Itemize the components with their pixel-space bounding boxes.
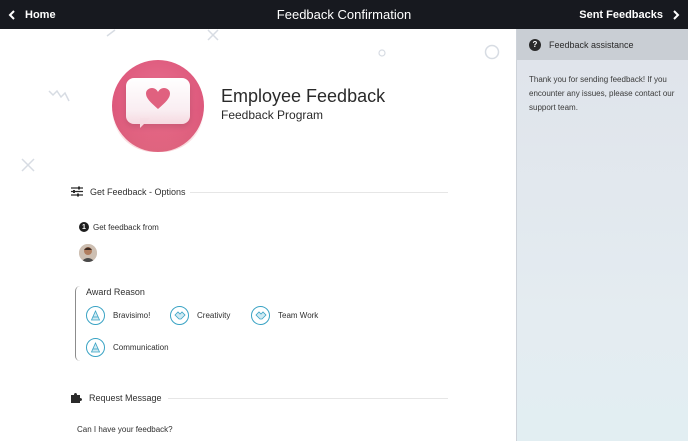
panel-heading: Feedback assistance [549, 39, 634, 50]
request-section-header: Request Message [70, 392, 162, 404]
panel-header: ? Feedback assistance [517, 29, 688, 60]
home-label: Home [25, 8, 56, 21]
top-bar: Home Feedback Confirmation Sent Feedback… [0, 0, 688, 29]
app-subtitle: Feedback Program [221, 108, 324, 122]
heart-icon [146, 88, 170, 109]
chevron-left-icon [8, 9, 15, 20]
sent-feedbacks-button[interactable]: Sent Feedbacks [579, 0, 680, 29]
sent-feedbacks-label: Sent Feedbacks [579, 8, 663, 21]
decorative-zigzag-icon [48, 89, 70, 102]
award-option-creativity[interactable]: Creativity [170, 306, 230, 325]
user-avatar-icon [79, 244, 97, 262]
step-get-feedback-from: 1 Get feedback from [79, 222, 159, 232]
decorative-dash-icon [106, 29, 116, 37]
decorative-cross-icon [207, 29, 219, 41]
award-option-team-work[interactable]: Team Work [251, 306, 318, 325]
divider [168, 398, 448, 399]
help-icon: ? [529, 38, 541, 51]
award-option-label: Team Work [278, 311, 319, 320]
avatar[interactable] [79, 244, 97, 262]
divider [190, 192, 448, 193]
options-heading: Get Feedback - Options [90, 186, 186, 197]
decorative-circle-icon [378, 49, 386, 57]
step-number: 1 [79, 222, 89, 232]
award-option-label: Communication [113, 343, 169, 352]
main-content: Employee Feedback Feedback Program Get F… [0, 29, 516, 441]
sliders-icon [71, 186, 83, 197]
award-option-label: Creativity [197, 311, 231, 320]
decorative-cross-icon [21, 158, 35, 172]
request-heading: Request Message [89, 393, 162, 403]
panel-text: Thank you for sending feedback! If you e… [529, 75, 675, 112]
award-option-communication[interactable]: Communication [86, 338, 169, 357]
step-label: Get feedback from [93, 222, 159, 232]
puzzle-icon [71, 393, 82, 403]
handshake-icon [170, 306, 189, 325]
decorative-circle-icon [484, 44, 500, 60]
app-title: Employee Feedback [221, 86, 386, 106]
app-logo [112, 60, 204, 152]
options-section-header: Get Feedback - Options [71, 186, 186, 197]
cone-icon [86, 306, 105, 325]
award-reason-label: Award Reason [86, 287, 145, 297]
request-message-text: Can I have your feedback? [77, 425, 173, 434]
chevron-right-icon [673, 9, 680, 20]
home-button[interactable]: Home [8, 0, 56, 29]
handshake-icon [251, 306, 270, 325]
award-option-label: Bravisimo! [113, 311, 151, 320]
feedback-assistance-panel: ? Feedback assistance Thank you for send… [516, 29, 688, 441]
cone-icon [86, 338, 105, 357]
award-option-bravisimo[interactable]: Bravisimo! [86, 306, 150, 325]
